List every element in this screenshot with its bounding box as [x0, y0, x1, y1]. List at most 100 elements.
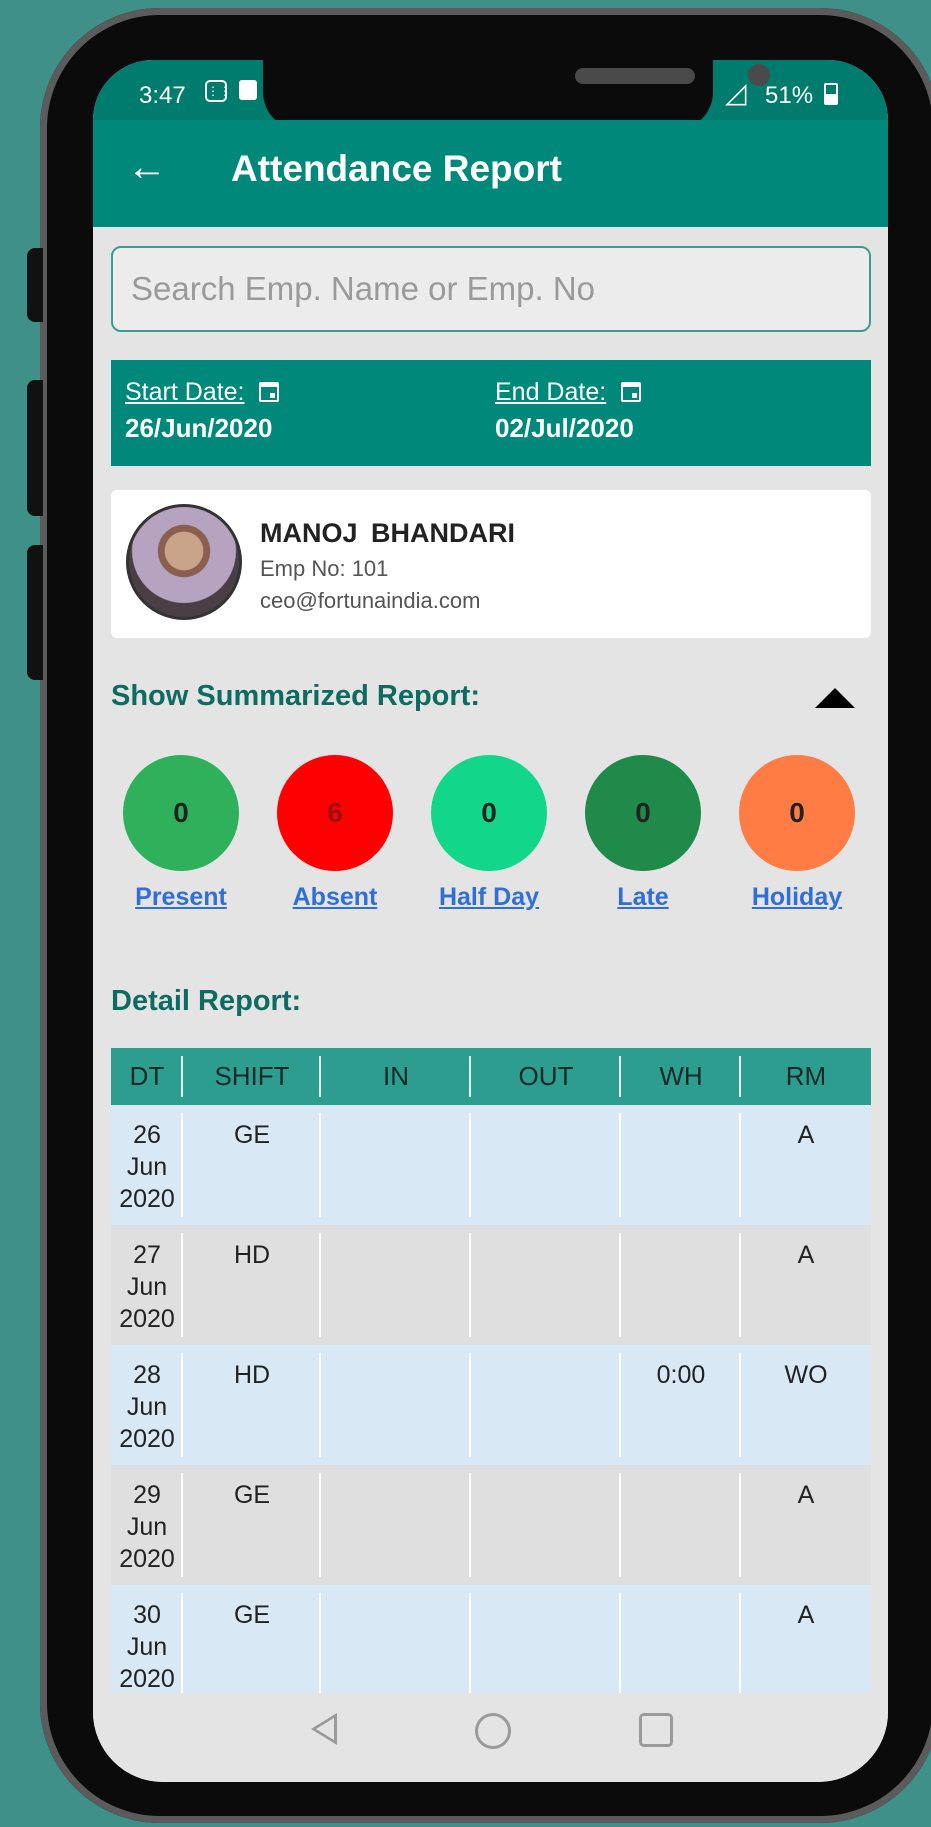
date-month: Jun [126, 1273, 168, 1301]
end-date-label[interactable]: End Date: [495, 378, 606, 406]
date-cell: 26 Jun 2020 [111, 1105, 183, 1225]
device-screen: 3:47 ⋮⋮ ◿ 51% ← Attendance Report Start … [93, 60, 888, 1782]
detail-title: Detail Report: [111, 985, 302, 1017]
start-date-value: 26/Jun/2020 [125, 413, 273, 443]
count-circle[interactable]: 0 [585, 755, 701, 871]
late-link[interactable]: Late [568, 883, 718, 912]
volume-button [27, 248, 43, 322]
holiday-link[interactable]: Holiday [722, 883, 872, 912]
nav-recent-apps-icon[interactable] [639, 1713, 673, 1747]
half-day-link[interactable]: Half Day [414, 883, 564, 912]
date-day: 29 [133, 1481, 161, 1509]
out-cell [471, 1585, 621, 1693]
notification-icon [239, 80, 257, 100]
start-date[interactable]: Start Date: 26/Jun/2020 [125, 378, 279, 444]
rm-cell: WO [784, 1361, 828, 1389]
employee-number: Emp No: 101 [260, 556, 389, 581]
calendar-icon[interactable] [258, 382, 279, 402]
present-link[interactable]: Present [106, 883, 256, 912]
power-button [27, 545, 43, 680]
absent-link[interactable]: Absent [260, 883, 410, 912]
summary-present[interactable]: 0 Present [106, 755, 256, 912]
date-month: Jun [126, 1393, 168, 1421]
date-cell: 29 Jun 2020 [111, 1465, 183, 1585]
column-header-out: OUT [471, 1048, 621, 1105]
date-month: Jun [126, 1153, 168, 1181]
wh-cell [621, 1225, 741, 1345]
count-circle[interactable]: 0 [431, 755, 547, 871]
out-cell [471, 1225, 621, 1345]
detail-table[interactable]: DT SHIFT IN OUT WH RM 26 Jun 2020 GE A 2… [111, 1048, 871, 1693]
out-cell [471, 1105, 621, 1225]
employee-email: ceo@fortunaindia.com [260, 588, 481, 613]
wh-cell [621, 1105, 741, 1225]
rm-cell: A [797, 1241, 815, 1269]
end-date-value: 02/Jul/2020 [495, 413, 634, 443]
table-row[interactable]: 26 Jun 2020 GE A [111, 1105, 871, 1225]
count-circle[interactable]: 0 [739, 755, 855, 871]
shift-cell: GE [183, 1585, 321, 1693]
collapse-triangle-icon[interactable] [815, 688, 855, 708]
summary-row: 0 Present 6 Absent 0 Half Day 0 Late 0 H… [93, 755, 888, 925]
wh-cell [621, 1585, 741, 1693]
date-day: 26 [133, 1121, 161, 1149]
summary-absent[interactable]: 6 Absent [260, 755, 410, 912]
nav-back-icon[interactable] [311, 1713, 337, 1745]
start-date-label[interactable]: Start Date: [125, 378, 245, 406]
rm-cell: A [797, 1121, 815, 1149]
in-cell [321, 1105, 471, 1225]
count-circle[interactable]: 0 [123, 755, 239, 871]
arrow-left-icon[interactable]: ← [127, 142, 167, 192]
shift-cell: HD [183, 1345, 321, 1465]
calendar-icon[interactable] [620, 382, 641, 402]
app-bar: ← Attendance Report [93, 120, 888, 227]
summary-title: Show Summarized Report: [111, 680, 480, 712]
in-cell [321, 1585, 471, 1693]
date-year: 2020 [119, 1425, 175, 1453]
shift-cell: GE [183, 1465, 321, 1585]
column-header-rm: RM [785, 1061, 827, 1091]
search-input[interactable] [113, 248, 869, 330]
in-cell [321, 1345, 471, 1465]
shift-cell: HD [183, 1225, 321, 1345]
table-row[interactable]: 30 Jun 2020 GE A [111, 1585, 871, 1693]
wh-cell: 0:00 [621, 1345, 741, 1465]
camera-icon [748, 64, 770, 86]
date-day: 28 [133, 1361, 161, 1389]
date-day: 30 [133, 1601, 161, 1629]
summary-holiday[interactable]: 0 Holiday [722, 755, 872, 912]
in-cell [321, 1465, 471, 1585]
out-cell [471, 1345, 621, 1465]
summary-half-day[interactable]: 0 Half Day [414, 755, 564, 912]
employee-name: MANOJ BHANDARI [260, 518, 515, 548]
date-cell: 30 Jun 2020 [111, 1585, 183, 1693]
calculator-icon: ⋮⋮ [205, 80, 231, 102]
nav-home-icon[interactable] [475, 1713, 511, 1749]
table-row[interactable]: 29 Jun 2020 GE A [111, 1465, 871, 1585]
wh-cell [621, 1465, 741, 1585]
date-month: Jun [126, 1513, 168, 1541]
in-cell [321, 1225, 471, 1345]
table-header: DT SHIFT IN OUT WH RM [111, 1048, 871, 1105]
table-row[interactable]: 28 Jun 2020 HD 0:00 WO [111, 1345, 871, 1465]
battery-percent: 51% [765, 82, 814, 109]
date-year: 2020 [119, 1665, 175, 1693]
date-year: 2020 [119, 1305, 175, 1333]
employee-card: MANOJ BHANDARI Emp No: 101 ceo@fortunain… [111, 490, 871, 638]
column-header-wh: WH [621, 1048, 741, 1105]
date-year: 2020 [119, 1545, 175, 1573]
avatar [126, 504, 242, 620]
date-month: Jun [126, 1633, 168, 1661]
speaker [575, 68, 695, 84]
shift-cell: GE [183, 1105, 321, 1225]
end-date[interactable]: End Date: 02/Jul/2020 [495, 378, 641, 444]
search-box[interactable] [111, 246, 871, 332]
column-header-dt: DT [111, 1048, 183, 1105]
status-time: 3:47 [139, 82, 186, 109]
rm-cell: A [797, 1481, 815, 1509]
column-header-shift: SHIFT [183, 1048, 321, 1105]
table-row[interactable]: 27 Jun 2020 HD A [111, 1225, 871, 1345]
summary-late[interactable]: 0 Late [568, 755, 718, 912]
count-circle[interactable]: 6 [277, 755, 393, 871]
rm-cell: A [797, 1601, 815, 1629]
